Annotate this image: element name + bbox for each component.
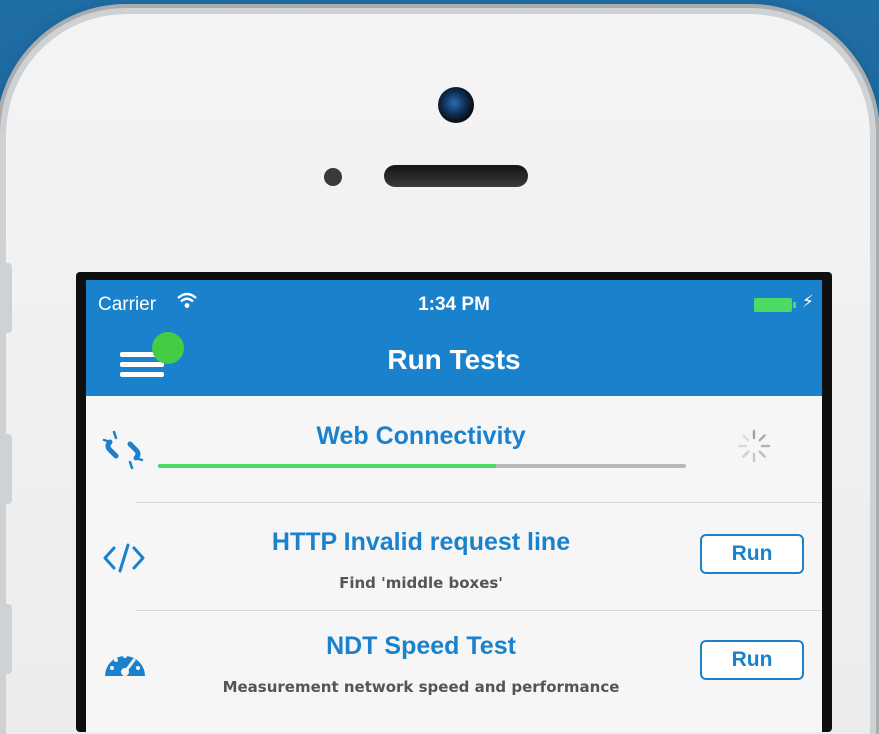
status-time: 1:34 PM	[418, 294, 490, 315]
run-button-http-invalid-request-line[interactable]: Run	[700, 534, 804, 574]
phone-frame: Carrier 1:34 PM ⚡ Run Tests Web Connecti…	[2, 14, 870, 734]
test-title: Web Connectivity	[316, 422, 526, 450]
proximity-sensor	[324, 168, 342, 186]
phone-screen: Carrier 1:34 PM ⚡ Run Tests Web Connecti…	[76, 272, 832, 732]
volume-button	[2, 434, 12, 504]
test-description: Measurement network speed and performanc…	[222, 678, 620, 696]
loading-spinner-icon	[737, 429, 771, 463]
power-button	[2, 604, 12, 674]
row-divider	[136, 610, 822, 611]
test-title: NDT Speed Test	[326, 632, 516, 660]
battery-icon	[754, 298, 792, 312]
test-title: HTTP Invalid request line	[271, 528, 571, 556]
earpiece-speaker	[384, 165, 528, 187]
test-description: Find 'middle boxes'	[339, 574, 503, 592]
row-divider	[136, 502, 822, 503]
app-display: Carrier 1:34 PM ⚡ Run Tests Web Connecti…	[86, 280, 822, 732]
progress-fill	[158, 464, 496, 468]
run-button-ndt-speed-test[interactable]: Run	[700, 640, 804, 680]
progress-bar	[158, 464, 686, 468]
front-camera	[438, 87, 474, 123]
battery-tip	[793, 302, 796, 308]
charging-icon: ⚡	[802, 292, 814, 312]
volume-button	[2, 263, 12, 333]
page-title: Run Tests	[387, 344, 521, 375]
top-bar: Carrier 1:34 PM ⚡ Run Tests	[86, 280, 822, 396]
